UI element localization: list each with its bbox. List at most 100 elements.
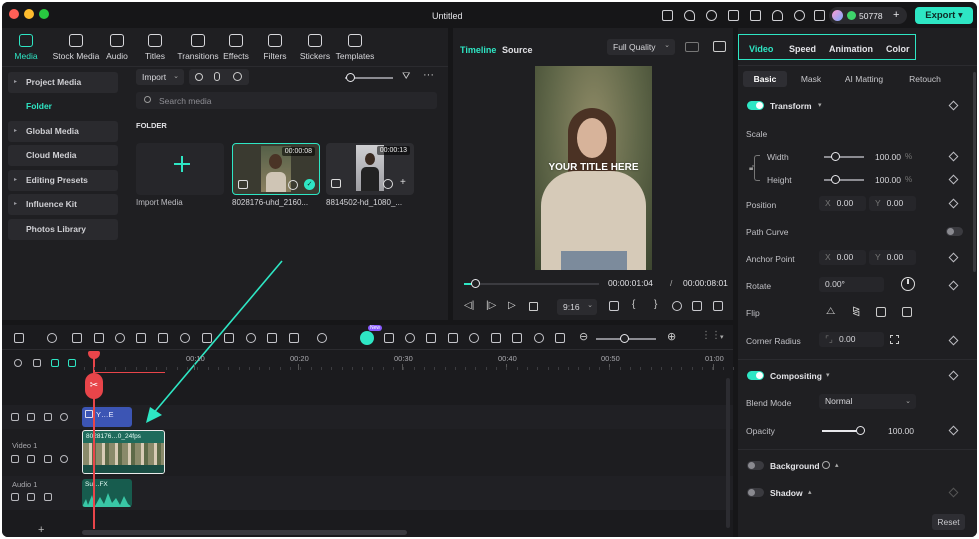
subtab-mask[interactable]: Mask	[792, 71, 830, 87]
overlay-title-text[interactable]: YOUR TITLE HERE	[535, 162, 652, 173]
opacity-value[interactable]: 100.00	[888, 426, 914, 436]
info-icon[interactable]	[822, 461, 830, 469]
chevron-down-icon[interactable]: ▾	[826, 371, 830, 379]
track-hide-icon[interactable]	[44, 493, 52, 501]
minimize-window-button[interactable]	[24, 9, 34, 19]
credits-badge[interactable]: 50778 +	[829, 7, 907, 24]
snapshot-image-icon[interactable]	[713, 41, 726, 52]
camera-snapshot-icon[interactable]	[692, 301, 702, 311]
tab-speed[interactable]: Speed	[789, 44, 816, 54]
export-button[interactable]: Export ▾	[915, 7, 973, 24]
keyframe-graph-icon[interactable]	[384, 333, 394, 343]
tab-timeline[interactable]: Timeline	[460, 45, 496, 55]
undo-icon[interactable]	[72, 333, 82, 343]
media-clip-1[interactable]: 00:00:08 ✓	[232, 143, 320, 195]
playback-progress[interactable]	[464, 283, 599, 285]
pip-icon[interactable]	[534, 333, 544, 343]
track-visible-icon[interactable]	[60, 455, 68, 463]
track-lock-icon[interactable]	[11, 493, 19, 501]
sync-icon[interactable]	[448, 333, 458, 343]
replace-icon[interactable]	[555, 333, 565, 343]
subtab-retouch[interactable]: Retouch	[897, 71, 953, 87]
previous-frame-icon[interactable]: ◁|	[464, 300, 474, 311]
select-tool-icon[interactable]	[47, 333, 57, 343]
paint-icon[interactable]	[224, 333, 234, 343]
rotate-counterclockwise-icon[interactable]	[902, 307, 912, 317]
blend-mode-dropdown[interactable]: Normal ⌄	[819, 394, 916, 409]
monitor-icon[interactable]	[728, 10, 739, 21]
sidebar-item-project-media[interactable]: ▸ Project Media	[8, 72, 118, 93]
title-clip[interactable]: Y…E	[82, 407, 132, 427]
properties-scrollbar[interactable]	[973, 72, 976, 272]
rotate-field[interactable]: 0.00°	[819, 277, 884, 292]
stop-icon[interactable]	[529, 302, 538, 311]
width-slider-knob[interactable]	[831, 152, 840, 161]
rotate-clockwise-icon[interactable]	[876, 307, 886, 317]
toolbar-item-filters[interactable]: Filters	[262, 34, 288, 61]
aspect-ratio-dropdown[interactable]: 9:16 ⌄	[557, 299, 597, 315]
background-toggle[interactable]	[747, 461, 764, 470]
chevron-down-icon[interactable]: ▾	[720, 333, 724, 341]
shadow-toggle[interactable]	[747, 488, 764, 497]
toolbar-item-audio[interactable]: Audio	[105, 34, 129, 61]
chevron-down-icon[interactable]: ▾	[818, 101, 822, 109]
more-options-icon[interactable]: ···	[423, 69, 434, 81]
preview-canvas[interactable]: YOUR TITLE HERE	[535, 66, 652, 270]
add-track-button[interactable]: +	[38, 524, 44, 536]
anchor-y-field[interactable]: Y 0.00	[869, 250, 916, 265]
toolbar-item-stickers[interactable]: Stickers	[298, 34, 332, 61]
tab-color[interactable]: Color	[886, 44, 910, 54]
clip-tools-icon[interactable]	[426, 333, 436, 343]
snap-icon[interactable]	[51, 359, 59, 367]
grid-view-icon[interactable]	[685, 42, 699, 52]
toolbar-item-templates[interactable]: Templates	[335, 34, 375, 61]
copy-icon[interactable]	[202, 333, 212, 343]
thumbnail-size-knob[interactable]	[346, 73, 355, 82]
toolbar-item-titles[interactable]: Titles	[143, 34, 167, 61]
reset-button[interactable]: Reset	[932, 514, 965, 530]
track-lock-icon[interactable]	[11, 413, 19, 421]
track-hide-icon[interactable]	[44, 455, 52, 463]
speed-icon[interactable]	[246, 333, 256, 343]
close-window-button[interactable]	[9, 9, 19, 19]
tab-animation[interactable]: Animation	[829, 44, 873, 54]
height-slider[interactable]	[824, 179, 864, 181]
record-icon[interactable]	[195, 73, 203, 81]
track-audio-icon[interactable]	[27, 455, 35, 463]
redo-icon[interactable]	[94, 333, 104, 343]
layout-icon[interactable]	[14, 333, 24, 343]
sidebar-item-photos-library[interactable]: Photos Library	[8, 219, 118, 240]
mark-out-icon[interactable]: }	[654, 299, 657, 310]
timer-icon[interactable]	[267, 333, 277, 343]
sidebar-item-influence-kit[interactable]: ▸ Influence Kit	[8, 194, 118, 215]
fullscreen-icon[interactable]	[713, 301, 723, 311]
sidebar-item-global-media[interactable]: ▸ Global Media	[8, 121, 118, 142]
more-tools-icon[interactable]: ⋮⋮	[701, 330, 721, 341]
tab-source[interactable]: Source	[502, 45, 533, 55]
path-curve-toggle[interactable]	[946, 227, 963, 236]
gift-icon[interactable]	[662, 10, 673, 21]
toolbar-item-effects[interactable]: Effects	[222, 34, 250, 61]
width-value[interactable]: 100.00	[875, 152, 901, 162]
audio-track-icon[interactable]	[512, 333, 522, 343]
corner-expand-icon[interactable]	[890, 335, 899, 344]
sidebar-item-editing-presets[interactable]: ▸ Editing Presets	[8, 170, 118, 191]
sidebar-item-cloud-media[interactable]: Cloud Media	[8, 145, 118, 166]
delete-icon[interactable]	[115, 333, 125, 343]
save-icon[interactable]	[750, 10, 761, 21]
quality-dropdown[interactable]: Full Quality ⌄	[607, 39, 675, 55]
import-media-tile[interactable]	[136, 143, 224, 195]
more-arrow-icon[interactable]	[317, 333, 327, 343]
track-settings-icon[interactable]	[14, 359, 22, 367]
split-scissors-icon[interactable]: ✂	[85, 373, 103, 399]
shield-icon[interactable]	[469, 333, 479, 343]
zoom-window-button[interactable]	[39, 9, 49, 19]
chevron-up-icon[interactable]: ▴	[808, 488, 812, 496]
ai-copilot-icon[interactable]	[360, 331, 374, 345]
toolbar-item-media[interactable]: Media	[14, 34, 38, 61]
speed-ramp-icon[interactable]	[289, 333, 299, 343]
mark-in-icon[interactable]: {	[632, 299, 635, 310]
toolbar-item-stock-media[interactable]: Stock Media	[50, 34, 102, 61]
subtab-ai-matting[interactable]: AI Matting	[835, 71, 893, 87]
next-frame-icon[interactable]: |▷	[486, 300, 496, 311]
